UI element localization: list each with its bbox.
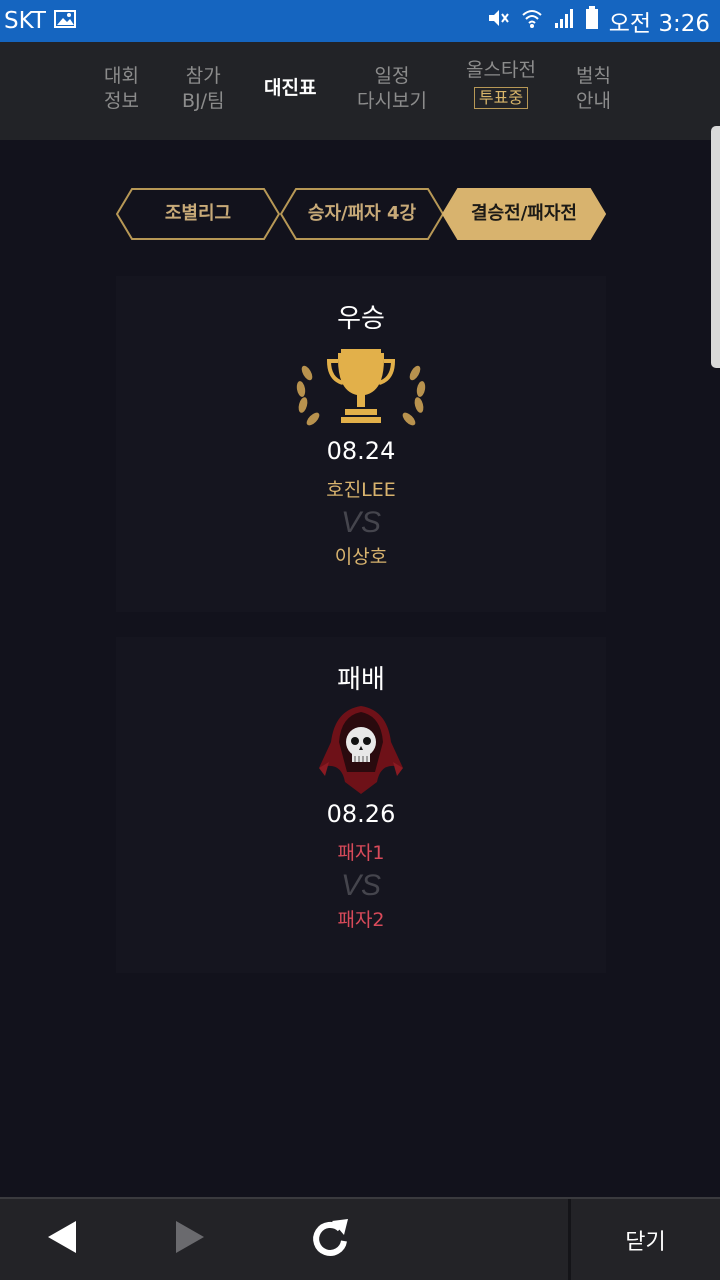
tab-final[interactable]: 결승전/패자전 xyxy=(442,188,606,240)
nav-label: 대진표 xyxy=(264,77,317,99)
back-icon xyxy=(46,1219,78,1259)
nav-tournament-info[interactable]: 대회 정보 xyxy=(104,64,139,114)
player-2: 이상호 xyxy=(334,546,388,568)
nav-schedule-replay[interactable]: 일정 다시보기 xyxy=(357,64,427,114)
clock: 오전 3:26 xyxy=(608,11,710,37)
forward-button[interactable] xyxy=(158,1209,222,1269)
mute-icon xyxy=(487,7,511,35)
trophy-icon xyxy=(116,345,606,431)
nav-label: 안내 xyxy=(576,90,611,112)
card-title: 우승 xyxy=(337,304,385,334)
nav-participants[interactable]: 참가 BJ/팀 xyxy=(182,64,225,114)
player-1: 패자1 xyxy=(337,842,385,864)
close-label: 닫기 xyxy=(625,1229,666,1255)
nav-label: 벌칙 xyxy=(576,65,611,87)
nav-label: 일정 xyxy=(374,65,410,87)
player-2: 패자2 xyxy=(337,909,385,931)
tab-semifinal[interactable]: 승자/패자 4강 xyxy=(280,188,444,240)
match-card-loser[interactable]: 패배 08.26 패자1 VS 패자2 xyxy=(116,637,606,973)
match-date: 08.26 xyxy=(326,800,396,828)
refresh-icon xyxy=(310,1215,350,1263)
match-card-final[interactable]: 우승 08.24 호진LEE VS 이상호 xyxy=(116,276,606,612)
close-button[interactable]: 닫기 xyxy=(568,1199,720,1280)
nav-label: 정보 xyxy=(104,90,139,112)
tab-label: 결승전/패자전 xyxy=(471,203,577,224)
nav-allstar[interactable]: 올스타전 투표중 xyxy=(466,58,536,110)
tab-label: 승자/패자 4강 xyxy=(307,203,417,224)
wifi-icon xyxy=(521,7,543,35)
status-bar: SKT 오전 3:26 xyxy=(0,0,720,42)
nav-label: BJ/팀 xyxy=(182,90,225,112)
carrier-label: SKT xyxy=(4,8,46,34)
card-title: 패배 xyxy=(337,665,385,695)
tab-label: 조별리그 xyxy=(164,203,232,224)
nav-label: 참가 xyxy=(185,65,221,87)
skull-reaper-icon xyxy=(116,702,606,798)
nav-penalty-info[interactable]: 벌칙 안내 xyxy=(576,64,611,114)
player-1: 호진LEE xyxy=(326,479,396,501)
tab-group-league[interactable]: 조별리그 xyxy=(116,188,280,240)
vs-label: VS xyxy=(340,506,382,539)
back-button[interactable] xyxy=(30,1209,94,1269)
bottom-bar: 닫기 xyxy=(0,1197,720,1280)
battery-icon xyxy=(585,6,599,36)
gallery-icon xyxy=(53,8,76,34)
vote-badge: 투표중 xyxy=(473,87,529,109)
nav-bracket[interactable]: 대진표 xyxy=(264,76,316,101)
forward-icon xyxy=(174,1219,206,1259)
stage-tabs: 조별리그 승자/패자 4강 결승전/패자전 xyxy=(116,188,608,240)
scrollbar[interactable] xyxy=(711,126,720,368)
nav-label: 대회 xyxy=(104,65,139,87)
nav-label: 올스타전 xyxy=(466,59,536,81)
match-date: 08.24 xyxy=(326,437,396,465)
signal-icon xyxy=(553,7,575,35)
nav-label: 다시보기 xyxy=(357,90,427,112)
refresh-button[interactable] xyxy=(298,1209,362,1269)
top-nav: 대회 정보 참가 BJ/팀 대진표 일정 다시보기 올스타전 투표중 벌칙 안내 xyxy=(0,42,720,140)
vs-label: VS xyxy=(340,869,382,902)
